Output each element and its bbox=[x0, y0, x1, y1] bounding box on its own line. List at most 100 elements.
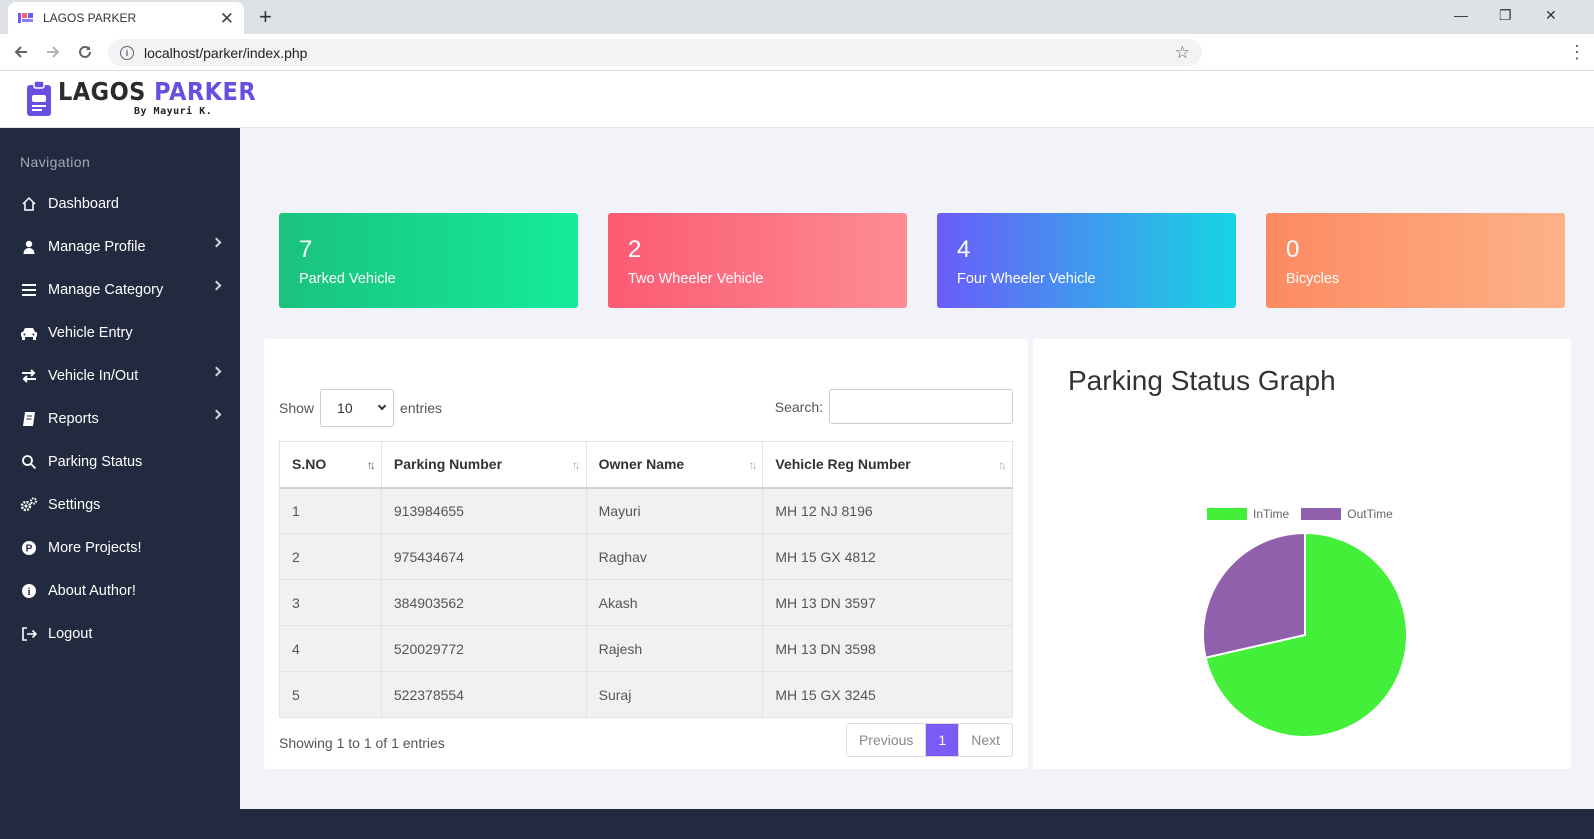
sidebar: Navigation Dashboard Manage Profile Mana… bbox=[0, 128, 240, 839]
browser-menu-icon[interactable]: ⋮ bbox=[1568, 42, 1586, 62]
p-circle-icon: P bbox=[20, 539, 38, 557]
column-header-label: Vehicle Reg Number bbox=[775, 456, 911, 473]
info-icon: i bbox=[20, 582, 38, 600]
sidebar-item-label: Settings bbox=[48, 496, 101, 513]
sort-icon: ↑↓ bbox=[366, 458, 376, 472]
stat-card-bicycles[interactable]: 0 Bicycles bbox=[1266, 213, 1565, 308]
chart-legend: InTime OutTime bbox=[1207, 507, 1405, 521]
entries-select-value: 10 bbox=[337, 400, 353, 416]
sidebar-item-dashboard[interactable]: Dashboard bbox=[0, 182, 240, 225]
sidebar-item-label: Reports bbox=[48, 410, 99, 427]
sidebar-item-label: Vehicle Entry bbox=[48, 324, 133, 341]
car-icon bbox=[20, 324, 38, 342]
show-label: Show bbox=[279, 400, 315, 416]
stat-value: 2 bbox=[628, 236, 642, 263]
sidebar-item-more-projects[interactable]: P More Projects! bbox=[0, 526, 240, 569]
sidebar-item-vehicle-entry[interactable]: Vehicle Entry bbox=[0, 311, 240, 354]
search-input[interactable] bbox=[829, 389, 1013, 424]
sidebar-item-settings[interactable]: Settings bbox=[0, 483, 240, 526]
stat-card-two-wheeler[interactable]: 2 Two Wheeler Vehicle bbox=[608, 213, 907, 308]
swap-icon bbox=[20, 367, 38, 385]
restore-icon[interactable]: ❐ bbox=[1499, 5, 1512, 25]
sidebar-item-manage-category[interactable]: Manage Category bbox=[0, 268, 240, 311]
cell-owner-name: Mayuri bbox=[585, 487, 764, 534]
browser-tab[interactable]: LAGOS PARKER ✕ bbox=[8, 2, 244, 34]
url-text: localhost/parker/index.php bbox=[144, 44, 308, 61]
vehicle-table: S.NO ↑↓ Parking Number ↑↓ Owner Name ↑↓ Veh… bbox=[279, 441, 1013, 718]
stat-value: 0 bbox=[1286, 236, 1300, 263]
search-label: Search: bbox=[774, 398, 823, 415]
sidebar-item-about-author[interactable]: i About Author! bbox=[0, 569, 240, 612]
table-row: 5 522378554 Suraj MH 15 GX 3245 bbox=[279, 671, 1013, 718]
table-header-row: S.NO ↑↓ Parking Number ↑↓ Owner Name ↑↓ Veh… bbox=[279, 441, 1013, 489]
legend-swatch bbox=[1207, 508, 1247, 520]
cell-owner-name: Raghav bbox=[585, 533, 764, 580]
favicon-icon bbox=[18, 12, 34, 24]
parking-badge-icon bbox=[26, 79, 52, 117]
entries-length-control: Show 10 entries bbox=[279, 389, 442, 427]
column-header-owner-name[interactable]: Owner Name ↑↓ bbox=[585, 441, 764, 489]
chart-title: Parking Status Graph bbox=[1068, 365, 1336, 396]
cell-sno: 1 bbox=[279, 487, 382, 534]
sidebar-item-label: Parking Status bbox=[48, 453, 143, 470]
address-bar[interactable]: i localhost/parker/index.php ☆ bbox=[108, 39, 1202, 66]
cell-parking-number: 520029772 bbox=[380, 625, 587, 672]
column-header-vehicle-reg[interactable]: Vehicle Reg Number ↑↓ bbox=[762, 441, 1013, 489]
legend-label: OutTime bbox=[1347, 507, 1393, 521]
column-header-sno[interactable]: S.NO ↑↓ bbox=[279, 441, 382, 489]
app-header: LAGOS PARKER By Mayuri K. bbox=[0, 71, 1594, 128]
site-info-icon[interactable]: i bbox=[120, 45, 134, 60]
window-close-icon[interactable]: ✕ bbox=[1545, 5, 1557, 25]
table-row: 2 975434674 Raghav MH 15 GX 4812 bbox=[279, 533, 1013, 580]
entries-label: entries bbox=[400, 400, 443, 416]
cell-vehicle-reg: MH 12 NJ 8196 bbox=[762, 487, 1013, 534]
brand-logo[interactable]: LAGOS PARKER By Mayuri K. bbox=[26, 78, 278, 117]
sidebar-item-vehicle-in-out[interactable]: Vehicle In/Out bbox=[0, 354, 240, 397]
table-row: 1 913984655 Mayuri MH 12 NJ 8196 bbox=[279, 487, 1013, 534]
column-header-parking-number[interactable]: Parking Number ↑↓ bbox=[380, 441, 587, 489]
cell-sno: 4 bbox=[279, 625, 382, 672]
sidebar-item-label: Dashboard bbox=[48, 195, 119, 212]
cell-vehicle-reg: MH 15 GX 3245 bbox=[762, 671, 1013, 718]
pie-slice-outtime[interactable] bbox=[1202, 531, 1306, 659]
stat-value: 7 bbox=[299, 236, 313, 263]
next-page-button[interactable]: Next bbox=[959, 724, 1012, 756]
entries-select[interactable]: 10 bbox=[320, 389, 395, 427]
home-icon bbox=[20, 195, 38, 213]
sidebar-item-reports[interactable]: Reports bbox=[0, 397, 240, 440]
stat-label: Bicycles bbox=[1286, 271, 1340, 287]
sidebar-item-manage-profile[interactable]: Manage Profile bbox=[0, 225, 240, 268]
new-tab-button[interactable]: + bbox=[259, 4, 272, 30]
brand-name: LAGOS PARKER bbox=[58, 78, 256, 106]
bookmark-star-icon[interactable]: ☆ bbox=[1175, 43, 1190, 63]
user-icon bbox=[20, 238, 38, 256]
sidebar-item-logout[interactable]: Logout bbox=[0, 612, 240, 655]
parking-status-card: Parking Status Graph InTime OutTime bbox=[1033, 339, 1571, 769]
browser-tabstrip: LAGOS PARKER ✕ + — ❐ ✕ bbox=[0, 0, 1594, 34]
sidebar-item-label: About Author! bbox=[48, 582, 136, 599]
stat-card-parked[interactable]: 7 Parked Vehicle bbox=[279, 213, 578, 308]
tab-close-icon[interactable]: ✕ bbox=[220, 10, 234, 27]
tab-title: LAGOS PARKER bbox=[43, 11, 137, 25]
brand-name-part2: PARKER bbox=[154, 77, 257, 106]
legend-item-intime[interactable]: InTime bbox=[1207, 507, 1289, 521]
minimize-icon[interactable]: — bbox=[1454, 5, 1468, 25]
legend-item-outtime[interactable]: OutTime bbox=[1301, 507, 1393, 521]
table-row: 4 520029772 Rajesh MH 13 DN 3598 bbox=[279, 625, 1013, 672]
back-icon[interactable] bbox=[8, 39, 34, 65]
sidebar-item-label: Logout bbox=[48, 625, 93, 642]
stat-card-four-wheeler[interactable]: 4 Four Wheeler Vehicle bbox=[937, 213, 1236, 308]
column-header-label: S.NO bbox=[292, 456, 327, 473]
column-header-label: Owner Name bbox=[598, 456, 685, 473]
forward-icon[interactable] bbox=[40, 39, 66, 65]
legend-swatch bbox=[1301, 508, 1342, 520]
chevron-right-icon bbox=[211, 366, 222, 377]
nav-heading: Navigation bbox=[20, 154, 91, 170]
reload-icon[interactable] bbox=[72, 39, 98, 65]
previous-page-button[interactable]: Previous bbox=[847, 724, 927, 756]
page-1-button[interactable]: 1 bbox=[926, 724, 960, 756]
sort-icon: ↑↓ bbox=[571, 458, 581, 472]
cell-parking-number: 384903562 bbox=[380, 579, 587, 626]
sidebar-item-parking-status[interactable]: Parking Status bbox=[0, 440, 240, 483]
cell-parking-number: 975434674 bbox=[380, 533, 587, 580]
